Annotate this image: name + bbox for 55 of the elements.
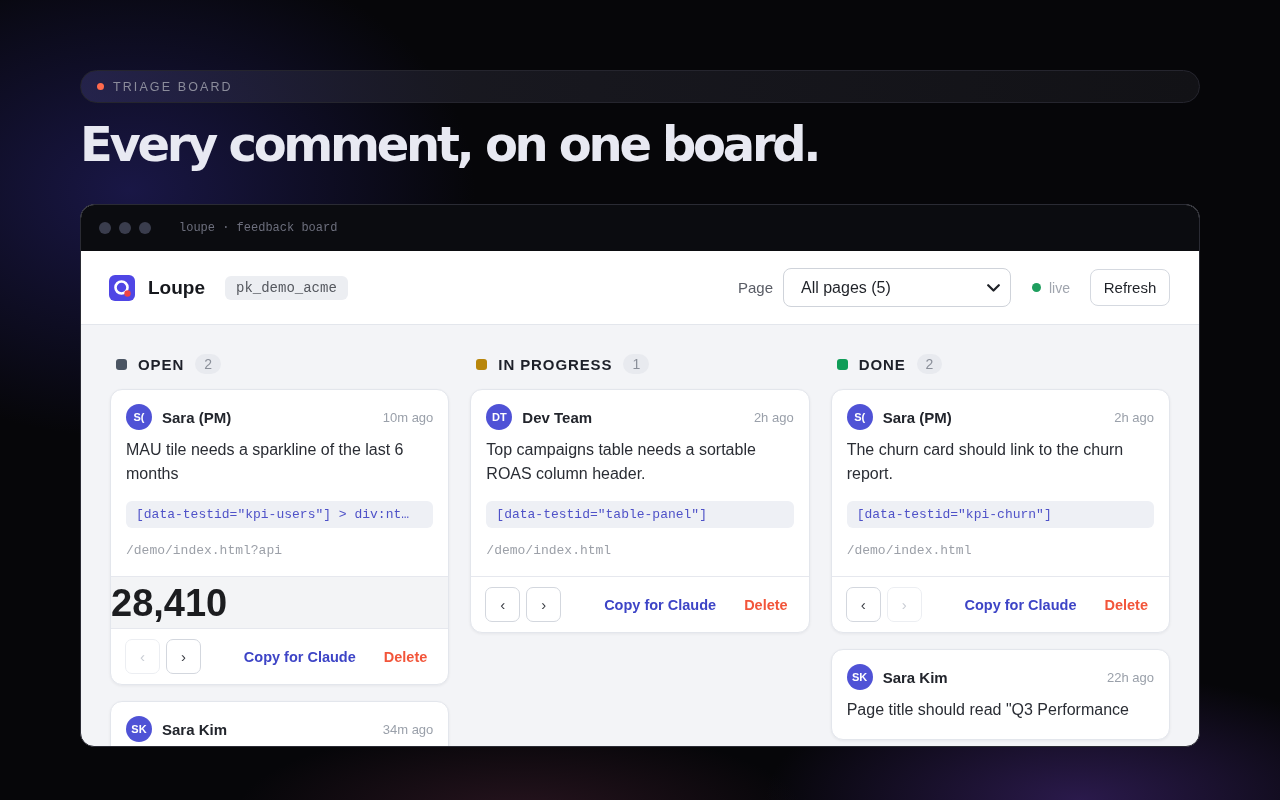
dot-icon	[97, 83, 104, 90]
window-dot-icon	[139, 222, 151, 234]
window-dot-icon	[99, 222, 111, 234]
author-name: Sara Kim	[882, 668, 948, 686]
column-title: IN PROGRESS	[498, 355, 613, 373]
headline: Every comment, on one board.	[80, 115, 820, 173]
timestamp: 34m ago	[382, 721, 434, 737]
brand-name: Loupe	[148, 276, 205, 299]
author-name: Dev Team	[522, 408, 593, 426]
window-dot-icon	[119, 222, 131, 234]
author-name: Sara (PM)	[882, 408, 952, 426]
previous-button[interactable]: ‹	[485, 587, 521, 622]
page-label: Page	[737, 279, 773, 296]
page-select[interactable]: All pages (5)	[783, 268, 1011, 307]
project-key: pk_demo_acme	[225, 275, 348, 300]
column-title: OPEN	[138, 355, 185, 373]
next-button[interactable]: ›	[526, 587, 562, 622]
selector-code: [data-testid="kpi-churn"]	[846, 501, 1154, 528]
live-dot-icon	[1032, 283, 1041, 292]
avatar: S(	[126, 404, 152, 430]
logo-icon	[109, 274, 135, 301]
column-title: DONE	[858, 355, 906, 373]
refresh-button[interactable]: Refresh	[1090, 269, 1170, 306]
avatar: S(	[846, 404, 873, 430]
count-badge: 1	[623, 354, 650, 374]
copy-link[interactable]: Copy for Claude	[604, 596, 717, 613]
author-name: Sara Kim	[162, 720, 228, 738]
page-path: /demo/index.html?api	[126, 543, 284, 559]
comment-text: Page title should read "Q3 Performance	[846, 700, 1130, 720]
timestamp: 2h ago	[753, 409, 794, 425]
timestamp: 2h ago	[1114, 409, 1154, 425]
author-name: Sara (PM)	[162, 408, 232, 426]
avatar: SK	[846, 664, 873, 690]
page-path: /demo/index.html	[846, 543, 973, 559]
copy-link[interactable]: Copy for Claude	[243, 648, 356, 665]
page-path: /demo/index.html	[486, 543, 613, 559]
live-label: live	[1049, 279, 1070, 296]
copy-link[interactable]: Copy for Claude	[964, 596, 1077, 613]
timestamp: 22h ago	[1107, 669, 1154, 685]
window-title: loupe · feedback board	[179, 221, 338, 235]
count-badge: 2	[916, 354, 943, 374]
eyebrow-label: TRIAGE BOARD	[113, 79, 233, 94]
next-button[interactable]: ›	[166, 639, 201, 674]
avatar: DT	[486, 404, 513, 430]
selector-code: [data-testid="table-panel"]	[486, 501, 794, 528]
previous-button[interactable]: ‹	[845, 587, 881, 622]
comment-text: Top campaigns table needs a sortable ROAS column header.	[486, 440, 757, 484]
comment-text: MAU tile needs a sparkline of the last 6 months	[126, 440, 405, 484]
comment-text: The churn card should link to the churn report.	[846, 440, 1125, 484]
selector-code: [data-testid="kpi-users"] > div:nt…	[126, 501, 434, 528]
count-badge: 2	[195, 354, 221, 374]
preview-value: 28,410	[111, 580, 228, 625]
timestamp: 10m ago	[382, 409, 434, 425]
chevron-down-icon	[987, 283, 1000, 292]
avatar: SK	[126, 716, 152, 742]
